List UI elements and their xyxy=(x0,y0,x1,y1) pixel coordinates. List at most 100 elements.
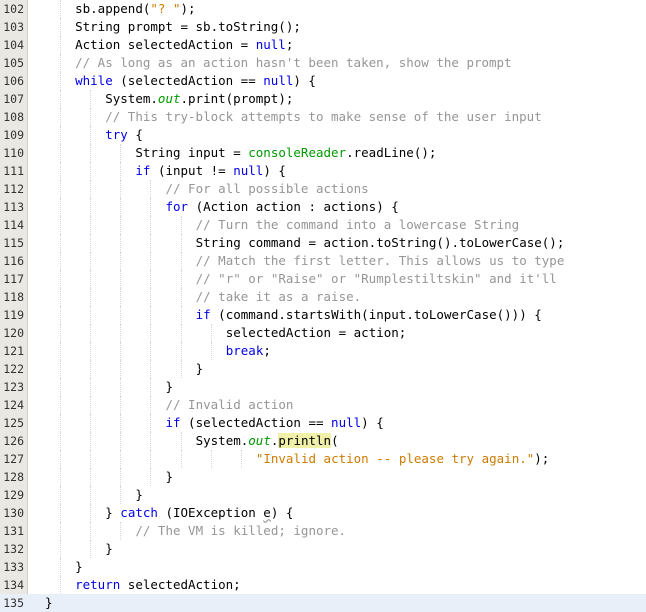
code-text: sb.append("? "); xyxy=(75,0,195,18)
indent-guide xyxy=(180,342,182,360)
code-line[interactable]: 120 selectedAction = action; xyxy=(0,324,646,342)
indent-guide xyxy=(120,216,122,234)
code-line[interactable]: 105 // As long as an action hasn't been t… xyxy=(0,54,646,72)
code-line[interactable]: 133} xyxy=(0,558,646,576)
code-text: } xyxy=(105,541,113,556)
code-line[interactable]: 132} xyxy=(0,540,646,558)
code-text: while (selectedAction == null) { xyxy=(75,72,316,90)
code-line[interactable]: 107 System.out.print(prompt); xyxy=(0,90,646,108)
code-line[interactable]: 118 // take it as a raise. xyxy=(0,288,646,306)
indent-guide xyxy=(90,126,92,144)
indent-guide xyxy=(120,270,122,288)
code-text: System. xyxy=(195,433,249,448)
comment: // As long as an action hasn't been take… xyxy=(75,55,512,70)
code-text: } xyxy=(45,594,53,612)
code-line[interactable]: 125 if (selectedAction == null) { xyxy=(0,414,646,432)
indent-guide xyxy=(60,540,62,558)
code-line[interactable]: 121 break; xyxy=(0,342,646,360)
code-line[interactable]: 106 while (selectedAction == null) { xyxy=(0,72,646,90)
code-line[interactable]: 124 // Invalid action xyxy=(0,396,646,414)
code-line[interactable]: 128} xyxy=(0,468,646,486)
indent-guide xyxy=(150,288,152,306)
code-line[interactable]: 123} xyxy=(0,378,646,396)
code-text: String prompt = sb.toString(); xyxy=(75,19,301,34)
indent-guide xyxy=(90,108,92,126)
code-line[interactable]: 122} xyxy=(0,360,646,378)
line-number: 107 xyxy=(3,92,24,106)
indent-guide xyxy=(90,396,92,414)
code-text: ; xyxy=(285,37,294,52)
code-editor[interactable]: 102 sb.append("? "); 103 String prompt = sb… xyxy=(0,0,646,612)
code-text: System.out.print(prompt); xyxy=(105,90,293,108)
indent-guide xyxy=(150,360,152,378)
code-line[interactable]: 114 // Turn the command into a lowercase … xyxy=(0,216,646,234)
code-line[interactable]: 126 System.out.println( xyxy=(0,432,646,450)
code-line[interactable]: 102 sb.append("? "); xyxy=(0,0,646,18)
indent-guide xyxy=(90,324,92,342)
code-text: (selectedAction == xyxy=(112,73,264,88)
line-number: 122 xyxy=(3,362,24,376)
code-line[interactable]: 117 // "r" or "Raise" or "Rumplestiltskin… xyxy=(0,270,646,288)
code-line[interactable]: 119 if (command.startsWith(input.toLowerC… xyxy=(0,306,646,324)
line-number: 113 xyxy=(3,200,24,214)
indent-guide xyxy=(120,162,122,180)
indent-guide xyxy=(210,450,212,468)
code-line[interactable]: 110 String input = consoleReader.readLine… xyxy=(0,144,646,162)
code-line[interactable]: 135} xyxy=(0,594,646,612)
code-line[interactable]: 116 // Match the first letter. This allow… xyxy=(0,252,646,270)
indent-guide xyxy=(90,180,92,198)
indent-guide xyxy=(60,144,62,162)
indent-guide xyxy=(60,0,62,18)
indent-guide xyxy=(90,360,92,378)
code-text: ) { xyxy=(263,163,286,178)
code-line[interactable]: 112 // For all possible actions xyxy=(0,180,646,198)
comment: // Turn the command into a lowercase Str… xyxy=(195,217,520,232)
line-number: 102 xyxy=(3,2,24,16)
indent-guide xyxy=(90,450,92,468)
keyword: null xyxy=(233,163,264,178)
code-line[interactable]: 104 Action selectedAction = null; xyxy=(0,36,646,54)
indent-guide xyxy=(180,450,182,468)
code-line[interactable]: 109 try { xyxy=(0,126,646,144)
code-line[interactable]: 134 return selectedAction; xyxy=(0,576,646,594)
code-text: (selectedAction == xyxy=(180,415,332,430)
code-text: ; xyxy=(263,343,271,358)
indent-guide xyxy=(120,288,122,306)
code-line[interactable]: 103 String prompt = sb.toString(); xyxy=(0,18,646,36)
code-text: Action selectedAction = xyxy=(75,37,256,52)
keyword: return xyxy=(75,577,121,592)
code-line[interactable]: 108 // This try-block attempts to make se… xyxy=(0,108,646,126)
code-text: return selectedAction; xyxy=(75,576,241,594)
keyword: if xyxy=(165,415,181,430)
code-text: } catch (IOException e) { xyxy=(105,504,293,522)
indent-guide xyxy=(90,378,92,396)
line-number: 111 xyxy=(3,164,24,178)
code-text: "Invalid action -- please try again."); xyxy=(256,450,550,468)
keyword: for xyxy=(165,199,189,214)
code-text: } xyxy=(195,361,204,376)
code-line[interactable]: 130} catch (IOException e) { xyxy=(0,504,646,522)
line-number: 127 xyxy=(3,452,24,466)
static-field: out xyxy=(157,91,181,106)
line-number: 116 xyxy=(3,254,24,268)
line-number: 114 xyxy=(3,218,24,232)
code-line[interactable]: 113 for (Action action : actions) { xyxy=(0,198,646,216)
code-area[interactable]: 102 sb.append("? "); 103 String prompt = sb… xyxy=(0,0,646,612)
line-number: 123 xyxy=(3,380,24,394)
code-text: ); xyxy=(180,1,196,16)
code-text: (Action action : actions) { xyxy=(188,199,399,214)
keyword: null xyxy=(331,415,362,430)
code-line[interactable]: 131 // The VM is killed; ignore. xyxy=(0,522,646,540)
indent-guide xyxy=(150,342,152,360)
keyword: try xyxy=(105,127,128,142)
code-line[interactable]: 111 if (input != null) { xyxy=(0,162,646,180)
indent-guide xyxy=(90,522,92,540)
indent-guide xyxy=(120,414,122,432)
highlighted-identifier: println xyxy=(278,433,332,448)
line-number: 121 xyxy=(3,344,24,358)
indent-guide xyxy=(90,414,92,432)
code-line[interactable]: 115 String command = action.toString().to… xyxy=(0,234,646,252)
code-line[interactable]: 129} xyxy=(0,486,646,504)
code-line[interactable]: 127 "Invalid action -- please try again."… xyxy=(0,450,646,468)
code-text: } xyxy=(105,540,113,558)
